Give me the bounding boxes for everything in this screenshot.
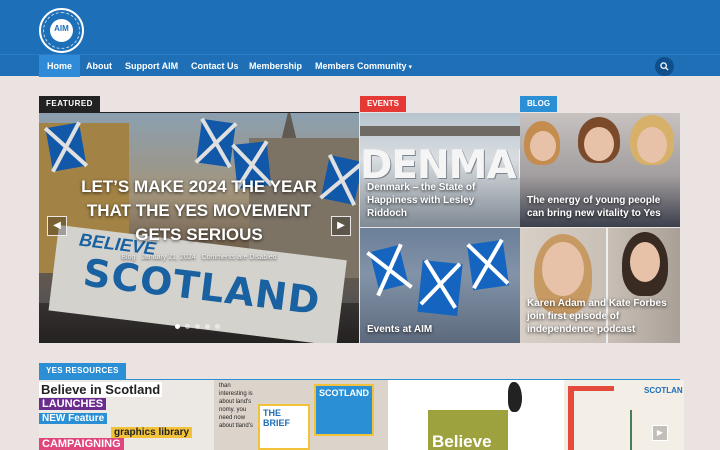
slider-dot[interactable]: [175, 324, 180, 329]
slider-prev-button[interactable]: ◀: [47, 216, 67, 236]
resources-next-button[interactable]: ▶: [652, 425, 668, 441]
nav-item-support-aim[interactable]: Support AIM: [117, 55, 186, 77]
slide-date: January 21, 2024: [141, 254, 196, 261]
section-label-yes-resources: YES RESOURCES: [39, 363, 126, 379]
slider-dot[interactable]: [185, 324, 190, 329]
tile-denmark[interactable]: DENMARK Denmark – the State of Happiness…: [360, 113, 520, 227]
slider-next-button[interactable]: ▶: [331, 216, 351, 236]
logo-text: AIM: [54, 24, 69, 33]
tile-blog-young-people[interactable]: The energy of young people can bring new…: [520, 113, 680, 227]
chevron-right-icon: ▶: [337, 220, 345, 231]
resource-card-image: SCOTLAND: [314, 384, 374, 436]
scotland-map-icon: [508, 382, 522, 412]
crane-icon: [568, 386, 574, 450]
saltire-flag: [466, 239, 510, 291]
tile-title[interactable]: Karen Adam and Kate Forbes join first ep…: [527, 297, 677, 336]
section-label-events[interactable]: EVENTS: [360, 96, 407, 112]
resource-card-the-brief[interactable]: than interesting is about land's nomy. y…: [214, 380, 388, 450]
photo-person: [542, 242, 584, 296]
nav-item-contact-us[interactable]: Contact Us: [183, 55, 247, 77]
wind-turbine-icon: [630, 410, 632, 450]
tile-title[interactable]: Denmark – the State of Happiness with Le…: [367, 181, 507, 220]
resource-text: Believe: [432, 432, 492, 450]
resource-text: LAUNCHES: [39, 398, 107, 410]
tile-title[interactable]: The energy of young people can bring new…: [527, 194, 677, 220]
resource-text: SCOTLAND: [319, 388, 369, 398]
resource-text: graphics library: [111, 427, 193, 438]
logo-badge: AIM: [50, 19, 73, 42]
search-icon: [660, 62, 669, 71]
resource-text: CAMPAIGNING: [39, 438, 124, 450]
tile-events-at-aim[interactable]: Events at AIM: [360, 228, 520, 343]
slider-dot[interactable]: [205, 324, 210, 329]
photo-person: [637, 127, 667, 163]
resource-card-image: THE BRIEF: [258, 404, 310, 450]
saltire-flag: [369, 244, 409, 292]
chevron-down-icon: ▾: [408, 64, 413, 71]
nav-item-membership[interactable]: Membership: [241, 55, 310, 77]
chevron-left-icon: ◀: [53, 220, 61, 231]
crane-arm: [568, 386, 614, 391]
slide-comments: Comments are Disabled: [201, 254, 277, 261]
featured-slider[interactable]: BELIEVE SCOTLAND LET’S MAKE 2024 THE YEA…: [39, 113, 359, 343]
main-nav: Home About Support AIM Contact Us Member…: [0, 54, 720, 77]
site-header: AIM: [0, 0, 720, 54]
section-label-featured: FEATURED: [39, 96, 100, 112]
resource-text: than interesting is about land's nomy. y…: [219, 383, 253, 429]
slider-dot[interactable]: [215, 324, 220, 329]
resource-card-graphics[interactable]: Believe in Scotland LAUNCHES NEW Feature…: [39, 380, 214, 450]
site-logo[interactable]: AIM: [39, 8, 84, 53]
slide-category[interactable]: Blog: [121, 254, 135, 261]
resource-text: NEW Feature: [39, 413, 108, 424]
resource-card-believe[interactable]: Believe: [388, 380, 564, 450]
tile-image-roof: [360, 126, 520, 136]
saltire-flag: [417, 260, 463, 316]
nav-item-home[interactable]: Home: [39, 55, 81, 77]
tile-blog-podcast[interactable]: Karen Adam and Kate Forbes join first ep…: [520, 228, 680, 343]
search-button[interactable]: [655, 57, 674, 76]
section-label-blog[interactable]: BLOG: [520, 96, 558, 112]
slide-meta: Blog January 21, 2024 Comments are Disable…: [79, 254, 319, 261]
resource-text: THE BRIEF: [263, 408, 290, 428]
nav-item-about[interactable]: About: [78, 55, 120, 77]
chevron-right-icon: ▶: [656, 428, 664, 437]
photo-person: [584, 127, 614, 161]
slider-dot[interactable]: [195, 324, 200, 329]
resource-text: Believe in Scotland: [39, 382, 163, 397]
nav-item-members-community[interactable]: Members Community ▾: [307, 55, 420, 77]
tile-title[interactable]: Events at AIM: [367, 323, 507, 336]
photo-person: [630, 242, 660, 282]
photo-person: [530, 131, 556, 161]
slide-title[interactable]: LET’S MAKE 2024 THE YEAR THAT THE YES MO…: [69, 175, 329, 247]
resource-text: SCOTLAN: [644, 386, 683, 395]
